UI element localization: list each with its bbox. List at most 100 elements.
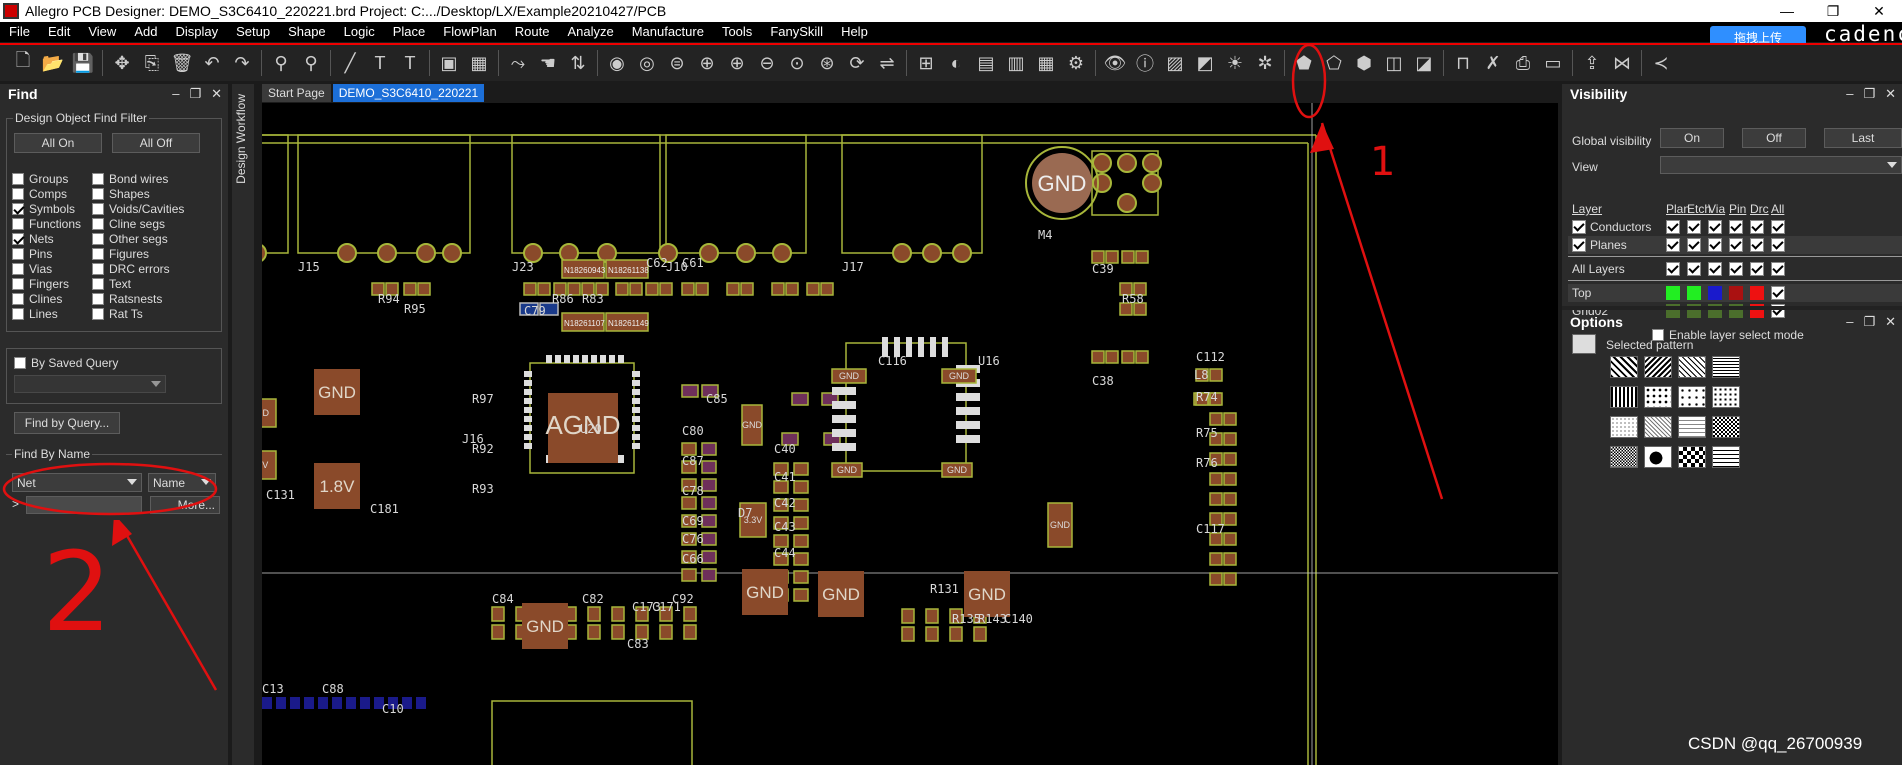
filter-bond-wires[interactable]: Bond wires xyxy=(92,172,168,186)
filter-groups[interactable]: Groups xyxy=(12,172,68,186)
zoom-out-icon[interactable]: ⊖ xyxy=(753,49,781,77)
visibility-off-button[interactable]: Off xyxy=(1742,128,1806,148)
pcb-canvas[interactable]: GND1.8VAGNDGNDGNDGNDGNDGNDGND3.3VGND3.3V… xyxy=(262,103,1558,765)
visibility-checkbox[interactable] xyxy=(1729,238,1743,252)
menu-manufacture[interactable]: Manufacture xyxy=(623,22,713,42)
view-select[interactable] xyxy=(1660,156,1902,174)
place-icon[interactable]: ⊓ xyxy=(1449,49,1477,77)
settings-icon[interactable]: ⚙ xyxy=(1062,49,1090,77)
menu-place[interactable]: Place xyxy=(384,22,435,42)
layer-icon[interactable]: ▤ xyxy=(972,49,1000,77)
filter-cline-segs[interactable]: Cline segs xyxy=(92,217,165,231)
delete-icon[interactable]: 🗑 xyxy=(168,49,196,77)
menu-setup[interactable]: Setup xyxy=(227,22,279,42)
filter-text[interactable]: Text xyxy=(92,277,131,291)
float-icon[interactable]: ❐ xyxy=(1863,314,1875,330)
visibility-checkbox[interactable] xyxy=(1771,238,1785,252)
visibility-on-button[interactable]: On xyxy=(1660,128,1724,148)
fill-pattern-swatch[interactable] xyxy=(1644,386,1672,408)
undo-icon[interactable]: ↶ xyxy=(198,49,226,77)
filter-lines[interactable]: Lines xyxy=(12,307,58,321)
menu-add[interactable]: Add xyxy=(125,22,166,42)
visibility-checkbox[interactable] xyxy=(1750,238,1764,252)
minimize-icon[interactable]: – xyxy=(1846,86,1853,102)
filter-other-segs[interactable]: Other segs xyxy=(92,232,168,246)
visibility-last-button[interactable]: Last xyxy=(1824,128,1902,148)
visibility-checkbox[interactable] xyxy=(1708,238,1722,252)
filter-voids-cavities[interactable]: Voids/Cavities xyxy=(92,202,184,216)
add-line-icon[interactable]: ╱ xyxy=(336,49,364,77)
menu-analyze[interactable]: Analyze xyxy=(558,22,622,42)
minimize-button[interactable]: — xyxy=(1764,0,1810,22)
component-icon[interactable]: ▣ xyxy=(435,49,463,77)
merge-icon[interactable]: ⬢ xyxy=(1350,49,1378,77)
color-icon[interactable]: ◐ xyxy=(942,49,970,77)
all-off-button[interactable]: All Off xyxy=(112,133,200,153)
pcb-icon[interactable]: ▭ xyxy=(1539,49,1567,77)
ratsnest-icon[interactable]: ⇌ xyxy=(873,49,901,77)
eye-icon[interactable]: 👁 xyxy=(1101,49,1129,77)
visibility-checkbox[interactable] xyxy=(1771,220,1785,234)
filter-functions[interactable]: Functions xyxy=(12,217,81,231)
menu-logic[interactable]: Logic xyxy=(335,22,384,42)
menu-fanyskill[interactable]: FanySkill xyxy=(761,22,832,42)
fill-pattern-swatch[interactable] xyxy=(1678,386,1706,408)
fill-pattern-swatch[interactable] xyxy=(1712,446,1740,468)
3d-icon[interactable]: ▨ xyxy=(1161,49,1189,77)
menu-view[interactable]: View xyxy=(79,22,125,42)
saved-query-checkbox[interactable]: By Saved Query xyxy=(14,356,118,370)
menu-tools[interactable]: Tools xyxy=(713,22,761,42)
close-icon[interactable]: ✕ xyxy=(1885,314,1896,330)
redo-icon[interactable]: ↷ xyxy=(228,49,256,77)
fill-pattern-swatch[interactable] xyxy=(1610,386,1638,408)
unplace-icon[interactable]: ✗ xyxy=(1479,49,1507,77)
visibility-checkbox[interactable] xyxy=(1666,262,1680,276)
zoom-world-icon[interactable]: ⊙ xyxy=(783,49,811,77)
grid-icon[interactable]: ⊞ xyxy=(912,49,940,77)
close-button[interactable]: ✕ xyxy=(1856,0,1902,22)
fill-pattern-swatch[interactable] xyxy=(1712,356,1740,378)
export-icon[interactable]: ⇪ xyxy=(1578,49,1606,77)
stack-icon[interactable]: ▥ xyxy=(1002,49,1030,77)
filter-clines[interactable]: Clines xyxy=(12,292,62,306)
text-edit-icon[interactable]: T xyxy=(396,49,424,77)
filter-pins[interactable]: Pins xyxy=(12,247,52,261)
fill-pattern-swatch[interactable] xyxy=(1712,386,1740,408)
route-icon[interactable]: ⤳ xyxy=(504,49,532,77)
camera-icon[interactable]: ⎙ xyxy=(1509,49,1537,77)
menu-flowplan[interactable]: FlowPlan xyxy=(434,22,505,42)
filter-drc-errors[interactable]: DRC errors xyxy=(92,262,170,276)
close-icon[interactable]: ✕ xyxy=(211,86,222,102)
fill-pattern-swatch[interactable] xyxy=(1712,416,1740,438)
layer-checkbox[interactable] xyxy=(1572,220,1586,234)
visibility-checkbox[interactable] xyxy=(1708,262,1722,276)
share-icon[interactable]: ≺ xyxy=(1647,49,1675,77)
copy-icon[interactable]: ⎘ xyxy=(138,49,166,77)
fill-pattern-swatch[interactable] xyxy=(1678,446,1706,468)
fill-pattern-swatch[interactable] xyxy=(1678,356,1706,378)
shadow-mode-icon[interactable]: ☀ xyxy=(1221,49,1249,77)
filter-shapes[interactable]: Shapes xyxy=(92,187,150,201)
minimize-icon[interactable]: – xyxy=(172,86,179,102)
fill-pattern-swatch[interactable] xyxy=(1610,416,1638,438)
tab-board[interactable]: DEMO_S3C6410_220221 xyxy=(332,84,485,102)
menu-display[interactable]: Display xyxy=(166,22,227,42)
visibility-checkbox[interactable] xyxy=(1666,238,1680,252)
open-icon[interactable]: 📂 xyxy=(39,49,67,77)
text-icon[interactable]: T xyxy=(366,49,394,77)
fill-pattern-swatch[interactable] xyxy=(1678,416,1706,438)
visibility-checkbox[interactable] xyxy=(1750,262,1764,276)
fill-pattern-swatch[interactable] xyxy=(1644,356,1672,378)
pin-off-icon[interactable]: ⚲ xyxy=(297,49,325,77)
visibility-checkbox[interactable] xyxy=(1687,220,1701,234)
menu-route[interactable]: Route xyxy=(506,22,559,42)
menu-edit[interactable]: Edit xyxy=(39,22,79,42)
fill-pattern-swatch[interactable] xyxy=(1610,356,1638,378)
visibility-checkbox[interactable] xyxy=(1687,238,1701,252)
zoom-in-icon[interactable]: ⊕ xyxy=(723,49,751,77)
cross-icon[interactable]: ⋈ xyxy=(1608,49,1636,77)
saved-query-select[interactable] xyxy=(14,375,166,393)
visibility-checkbox[interactable] xyxy=(1666,220,1680,234)
filter-nets[interactable]: Nets xyxy=(12,232,54,246)
refresh-icon[interactable]: ⟳ xyxy=(843,49,871,77)
